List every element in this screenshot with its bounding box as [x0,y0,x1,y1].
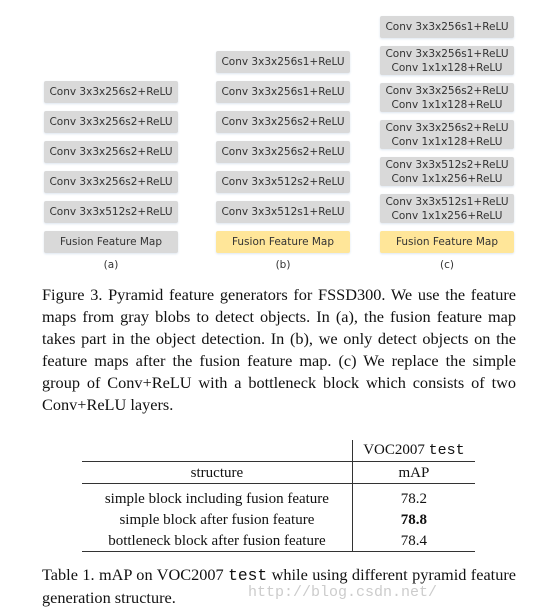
block-text: Conv 3x3x256s2+ReLU [221,146,345,158]
conv-block: Conv 3x3x256s2+ReLU Conv 1x1x128+ReLU [380,120,514,149]
conv-block: Conv 3x3x512s2+ReLU [216,171,350,193]
structure-cell: simple block after fusion feature [119,511,315,528]
block-text: Conv 1x1x256+ReLU [391,209,503,222]
figure-caption: Figure 3. Pyramid feature generators for… [42,285,516,414]
column-label: (c) [440,259,454,271]
block-text: Conv 3x3x256s2+ReLU [221,116,345,128]
block-text: Conv 3x3x256s1+ReLU [221,86,345,98]
col-header-map: mAP [351,461,475,484]
block-text: Conv 3x3x256s1+ReLU [385,47,509,60]
map-cell: 78.2 [351,488,475,509]
conv-block: Conv 3x3x256s1+ReLU [380,16,514,38]
conv-block: Conv 3x3x256s2+ReLU Conv 1x1x128+ReLU [380,83,514,112]
conv-block: Conv 3x3x256s2+ReLU [216,141,350,163]
conv-block: Conv 3x3x256s2+ReLU [44,81,178,103]
map-cell: 78.4 [351,530,475,552]
col-header-structure: structure [190,464,244,481]
block-text: Conv 3x3x256s2+ReLU [49,116,173,128]
block-text: Conv 3x3x256s1+ReLU [221,56,345,68]
conv-block: Conv 3x3x256s2+ReLU [44,141,178,163]
column-label: (b) [275,259,291,271]
fusion-feature-map: Fusion Feature Map [44,231,178,253]
conv-block: Conv 3x3x256s2+ReLU [44,171,178,193]
block-text: Conv 1x1x128+ReLU [391,135,503,148]
table-row: simple block including fusion feature 78.… [82,488,475,509]
block-text: Conv 3x3x512s2+ReLU [385,158,509,171]
block-text: Conv 3x3x256s2+ReLU [49,86,173,98]
structure-cell: simple block including fusion feature [104,490,329,507]
conv-block: Conv 3x3x256s1+ReLU [216,51,350,73]
conv-block: Conv 3x3x256s1+ReLU [216,81,350,103]
conv-block: Conv 3x3x512s1+ReLU Conv 1x1x256+ReLU [380,194,514,223]
block-text: Conv 3x3x256s1+ReLU [385,21,509,33]
block-text: Conv 3x3x256s2+ReLU [49,146,173,158]
block-text: Conv 3x3x512s2+ReLU [49,206,173,218]
structure-cell: bottleneck block after fusion feature [108,532,326,549]
table-row: simple block after fusion feature 78.8 [82,509,475,530]
conv-block: Conv 3x3x256s1+ReLU Conv 1x1x128+ReLU [380,46,514,75]
conv-block: Conv 3x3x256s2+ReLU [216,111,350,133]
conv-block: Conv 3x3x512s2+ReLU [44,201,178,223]
block-text: Conv 3x3x256s2+ReLU [49,176,173,188]
map-cell: 78.8 [351,509,475,530]
conv-block: Conv 3x3x512s2+ReLU Conv 1x1x256+ReLU [380,157,514,186]
fusion-feature-map: Fusion Feature Map [216,231,350,253]
block-text: Conv 3x3x512s1+ReLU [385,195,509,208]
block-text: Conv 1x1x128+ReLU [391,61,503,74]
results-table: VOC2007 test structure mAP simple block i… [82,440,475,552]
conv-block: Conv 3x3x256s2+ReLU [44,111,178,133]
watermark: http://blog.csdn.net/ [248,584,438,601]
block-text: Conv 3x3x256s2+ReLU [385,121,509,134]
block-text: Conv 3x3x256s2+ReLU [385,84,509,97]
conv-block: Conv 3x3x512s1+ReLU [216,201,350,223]
group-header: VOC2007 test [351,440,475,462]
table-row: bottleneck block after fusion feature 78.… [82,530,475,552]
fusion-feature-map: Fusion Feature Map [380,231,514,253]
block-text: Conv 3x3x512s2+ReLU [221,176,345,188]
block-text: Conv 1x1x128+ReLU [391,98,503,111]
block-text: Conv 1x1x256+ReLU [391,172,503,185]
column-label: (a) [103,259,119,271]
block-text: Conv 3x3x512s1+ReLU [221,206,345,218]
